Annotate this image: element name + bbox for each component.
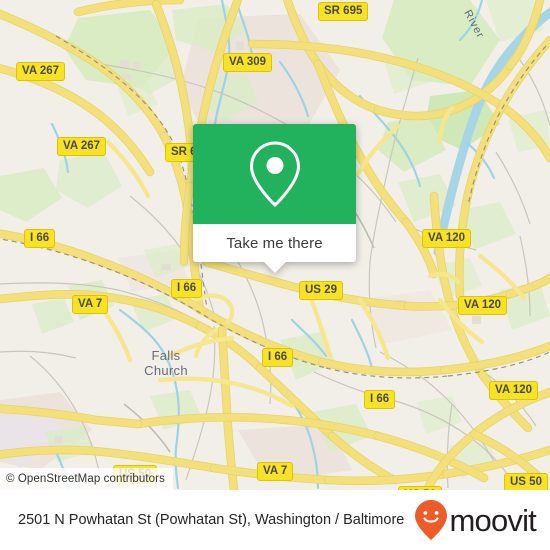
location-pin-icon	[249, 141, 300, 208]
highway-shield: I 66	[171, 279, 203, 299]
highway-shield: VA 267	[16, 62, 66, 82]
footer-bar: 2501 N Powhatan St (Powhatan St), Washin…	[0, 490, 550, 550]
place-label-falls-church: Falls Church	[134, 348, 198, 379]
highway-shield: SR 695	[318, 2, 369, 22]
popup-action-bar[interactable]: Take me there	[193, 224, 356, 262]
moovit-wordmark: moovit	[449, 502, 536, 538]
osm-attribution[interactable]: © OpenStreetMap contributors	[0, 468, 173, 490]
highway-shield: VA 267	[57, 137, 107, 157]
highway-shield: VA 120	[458, 296, 508, 316]
popup-image-area	[193, 124, 356, 224]
highway-shield: I 66	[24, 229, 56, 249]
map-canvas[interactable]: .rd { fill:none; stroke:#f4e07a; stroke-…	[0, 0, 550, 490]
take-me-there-label: Take me there	[226, 234, 323, 252]
moovit-map-screenshot: .rd { fill:none; stroke:#f4e07a; stroke-…	[0, 0, 550, 550]
place-label-line2: Church	[144, 363, 188, 379]
highway-shield: I 66	[262, 348, 294, 368]
place-label-line1: Falls	[151, 348, 181, 363]
highway-shield: US 29	[299, 281, 343, 301]
highway-shield: US 50	[504, 473, 548, 490]
popup-tail-arrow	[263, 262, 286, 273]
moovit-pin-icon	[415, 500, 448, 540]
map-popup-callout[interactable]: Take me there	[193, 124, 356, 273]
highway-shield: VA 120	[489, 381, 539, 401]
highway-shield: I 66	[364, 390, 396, 410]
highway-shield: VA 120	[422, 229, 472, 249]
highway-shield: VA 7	[72, 295, 109, 315]
highway-shield: VA 309	[223, 53, 273, 73]
address-title: 2501 N Powhatan St (Powhatan St), Washin…	[18, 511, 405, 528]
moovit-logo[interactable]: moovit	[414, 499, 537, 541]
highway-shield: VA 7	[257, 462, 294, 482]
